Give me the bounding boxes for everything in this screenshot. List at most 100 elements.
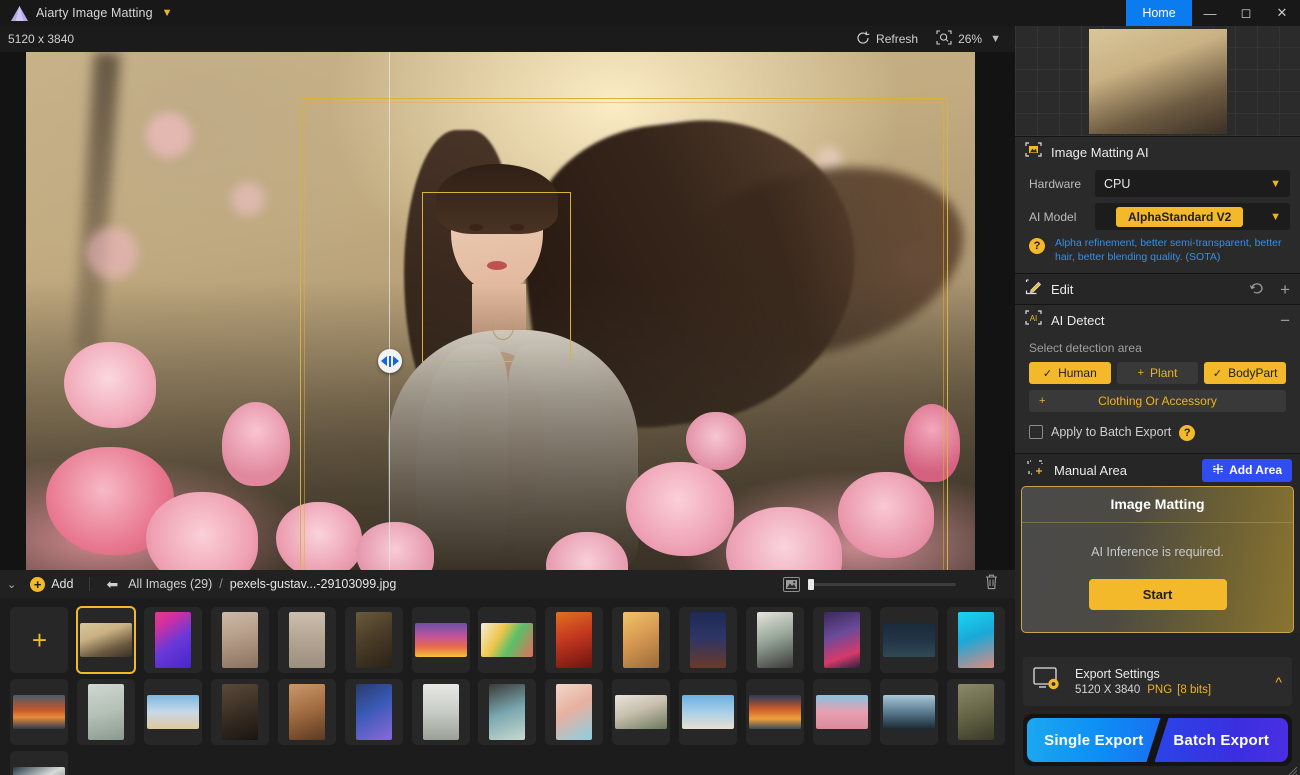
- question-circle-icon[interactable]: ?: [1179, 425, 1195, 441]
- thumbnail-blonde-woman-blue-sky[interactable]: [144, 679, 202, 745]
- thumbnail-pink-poppies-blue-sky[interactable]: [813, 679, 871, 745]
- thumbnail-image: [356, 612, 392, 668]
- thumbnail-oranges-flat-lay[interactable]: [10, 751, 68, 775]
- thumbnail-person-with-curly-hair[interactable]: [746, 607, 804, 673]
- thumbnail-man-portrait-dark[interactable]: [211, 679, 269, 745]
- split-compare-handle[interactable]: [378, 349, 402, 373]
- thumbnail-cell: +: [6, 604, 73, 676]
- thumbnail-street-with-person-walking[interactable]: [278, 607, 336, 673]
- minus-icon[interactable]: −: [1280, 312, 1290, 329]
- thumbnail-woman-in-blue-hat-sunglasses[interactable]: [947, 607, 1005, 673]
- thumbnail-woman-in-red-dress[interactable]: [545, 607, 603, 673]
- maximize-icon[interactable]: ◻: [1228, 0, 1264, 26]
- arrow-left-icon: [381, 356, 387, 366]
- thumbnail-orange-sunset-sky[interactable]: [746, 679, 804, 745]
- image-dimensions: 5120 x 3840: [8, 32, 74, 46]
- manual-area-title: Manual Area: [1054, 463, 1127, 478]
- thumbnail-water-pouring-into-glass[interactable]: [880, 679, 938, 745]
- hardware-select[interactable]: CPU ▼: [1095, 170, 1290, 197]
- zoom-dropdown-icon[interactable]: ▼: [990, 33, 1001, 45]
- thumbnail-dancer-jumping-blue[interactable]: [813, 607, 871, 673]
- plus-icon: +: [1138, 367, 1144, 379]
- add-area-button[interactable]: Add Area: [1202, 459, 1292, 482]
- thumbnail-woman-in-white-by-water[interactable]: [77, 679, 135, 745]
- apply-batch-export-checkbox[interactable]: [1029, 425, 1043, 439]
- thumbnail-lake-at-sunset[interactable]: [10, 679, 68, 745]
- chevron-double-down-icon[interactable]: ⌄: [7, 578, 16, 591]
- thumbnail-size-slider[interactable]: [808, 583, 956, 586]
- chip-clothing-label: Clothing Or Accessory: [1098, 394, 1217, 408]
- chip-plant[interactable]: + Plant: [1117, 362, 1199, 384]
- thumbnail-cell: [742, 604, 809, 676]
- add-thumbnail-button[interactable]: +: [10, 607, 68, 673]
- question-circle-icon[interactable]: ?: [1029, 238, 1045, 254]
- sidebar-spacer: [1015, 633, 1300, 657]
- single-export-button[interactable]: Single Export: [1027, 718, 1161, 762]
- ai-detect-icon: AI: [1025, 310, 1042, 330]
- thumbnail-woman-with-flower-crown[interactable]: [211, 607, 269, 673]
- chip-clothing-or-accessory[interactable]: + Clothing Or Accessory: [1029, 390, 1286, 412]
- image-canvas[interactable]: [0, 52, 1015, 570]
- export-settings[interactable]: Export Settings 5120 X 3840PNG[8 bits] ^: [1023, 657, 1292, 706]
- compare-split-line: [389, 52, 390, 570]
- model-description-row: ? Alpha refinement, better semi-transpar…: [1015, 233, 1300, 273]
- undo-icon[interactable]: [1250, 281, 1266, 298]
- check-icon: ✓: [1213, 367, 1222, 380]
- thumbnail-purple-pink-abstract-leaves[interactable]: [144, 607, 202, 673]
- thumbnail-woman-in-veil-portrait[interactable]: [947, 679, 1005, 745]
- thumbnail-image: [824, 612, 860, 668]
- thumbnail-cell: [407, 604, 474, 676]
- zoom-button[interactable]: 26%: [936, 30, 982, 48]
- thumbnail-white-village-street[interactable]: [412, 679, 470, 745]
- manual-area-icon: [1027, 460, 1044, 480]
- trash-icon[interactable]: [984, 573, 999, 595]
- thumbnail-colorful-arch-illustration[interactable]: [478, 607, 536, 673]
- matting-ai-title: Image Matting AI: [1051, 145, 1149, 160]
- thumbnail-evening-street-lanterns[interactable]: [679, 607, 737, 673]
- thumbnail-image: [883, 623, 935, 657]
- add-images-button[interactable]: + Add: [30, 577, 73, 592]
- result-preview[interactable]: [1015, 26, 1300, 136]
- arrow-left-icon[interactable]: ⬅: [106, 576, 118, 593]
- chevron-down-icon[interactable]: ▼: [162, 8, 173, 19]
- thumbnail-cell: [474, 676, 541, 748]
- thumbnail-blonde-woman-golden-light[interactable]: [612, 607, 670, 673]
- home-button[interactable]: Home: [1126, 0, 1192, 26]
- refresh-button[interactable]: Refresh: [856, 31, 918, 48]
- resize-grip[interactable]: [1288, 763, 1298, 773]
- slider-knob[interactable]: [808, 579, 814, 590]
- thumbnail-blue-flower-macro[interactable]: [345, 679, 403, 745]
- source-image: [26, 52, 975, 570]
- thumbnail-image: [13, 695, 65, 729]
- thumbnail-face-with-rainbow-light[interactable]: [545, 679, 603, 745]
- thumbnail-bride-in-white-dress[interactable]: [612, 679, 670, 745]
- thumbnail-child-with-afro-hair[interactable]: [478, 679, 536, 745]
- thumbnail-cell: [942, 604, 1009, 676]
- thumbnail-retro-car-at-sunset-illustration[interactable]: [412, 607, 470, 673]
- thumbnail-woman-in-pink-flower-field[interactable]: [77, 607, 135, 673]
- edit-header: Edit +: [1015, 274, 1300, 304]
- breadcrumb-all-images[interactable]: All Images (29): [128, 577, 212, 591]
- image-matting-card: Image Matting AI Inference is required. …: [1021, 486, 1294, 633]
- chevron-down-icon: ▼: [1270, 178, 1281, 190]
- export-settings-icon: [1033, 666, 1063, 697]
- thumbnail-image: [415, 623, 467, 657]
- thumbnail-woman-portrait-warm[interactable]: [278, 679, 336, 745]
- batch-export-button[interactable]: Batch Export: [1155, 718, 1289, 762]
- matting-card-title: Image Matting: [1022, 487, 1293, 523]
- chip-human[interactable]: ✓ Human: [1029, 362, 1111, 384]
- start-button[interactable]: Start: [1089, 579, 1227, 610]
- ai-model-select[interactable]: AlphaStandard V2 ▼: [1095, 203, 1290, 230]
- thumbnail-woman-on-beach-jumping[interactable]: [679, 679, 737, 745]
- thumbnail-mountains-at-night-with-moon[interactable]: [880, 607, 938, 673]
- close-icon[interactable]: ✕: [1264, 0, 1300, 26]
- chevron-double-up-icon[interactable]: ^: [1275, 674, 1282, 690]
- chip-plant-label: Plant: [1150, 366, 1177, 380]
- chip-bodypart[interactable]: ✓ BodyPart: [1204, 362, 1286, 384]
- minimize-icon[interactable]: —: [1192, 0, 1228, 26]
- plus-icon[interactable]: +: [1280, 281, 1290, 298]
- image-flower: [222, 402, 290, 486]
- thumbnail-cell: [675, 604, 742, 676]
- thumbnail-woman-sitting-by-window[interactable]: [345, 607, 403, 673]
- thumbnail-grid[interactable]: +: [0, 598, 1015, 775]
